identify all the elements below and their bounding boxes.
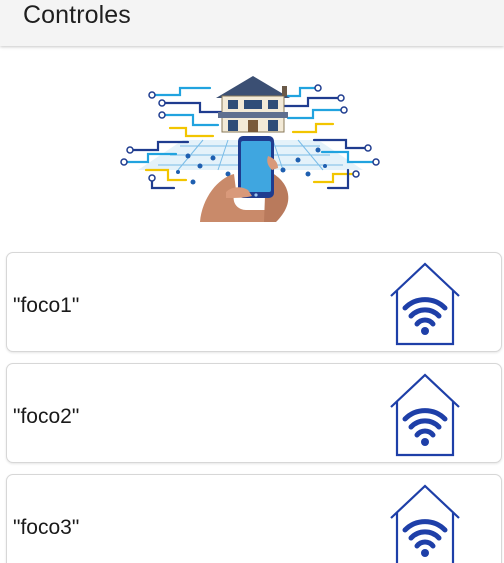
smart-home-wifi-icon[interactable]	[383, 373, 467, 457]
app-screen: Controles "foco1" "foco2" "foco3"	[0, 0, 504, 563]
page-title: Controles	[23, 1, 131, 29]
device-card-foco3[interactable]: "foco3"	[6, 474, 502, 563]
app-bar: Controles	[0, 0, 504, 46]
device-label: "foco1"	[13, 294, 80, 317]
device-label: "foco2"	[13, 405, 80, 428]
smart-home-wifi-icon[interactable]	[383, 484, 467, 563]
smart-home-illustration	[118, 70, 383, 222]
device-card-foco2[interactable]: "foco2"	[6, 363, 502, 463]
device-label: "foco3"	[13, 516, 80, 539]
smart-home-wifi-icon[interactable]	[383, 262, 467, 346]
device-card-foco1[interactable]: "foco1"	[6, 252, 502, 352]
